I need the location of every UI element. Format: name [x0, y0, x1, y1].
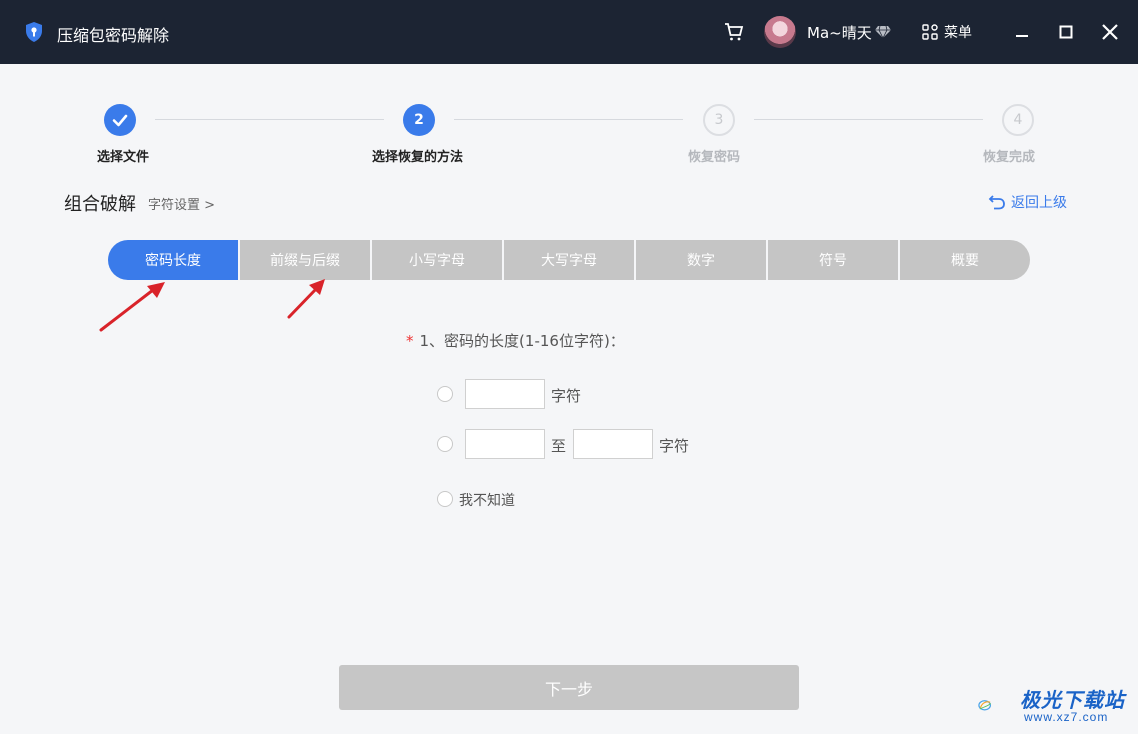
- maximize-button[interactable]: [1054, 20, 1078, 44]
- undo-arrow-icon: [988, 195, 1005, 210]
- close-button[interactable]: [1098, 20, 1122, 44]
- step-4-circle: 4: [1002, 104, 1034, 136]
- diamond-vip-icon: [875, 25, 891, 39]
- menu-button[interactable]: 菜单: [922, 20, 972, 44]
- app-title: 压缩包密码解除: [57, 26, 170, 45]
- watermark-url: www.xz7.com: [1024, 710, 1109, 724]
- annotation-arrow: [287, 279, 325, 319]
- range-length-radio[interactable]: [437, 436, 453, 452]
- back-label: 返回上级: [1011, 195, 1067, 211]
- close-icon: [1102, 24, 1118, 40]
- title-bar: 压缩包密码解除 Ma~晴天 菜单: [0, 0, 1138, 64]
- maximize-icon: [1059, 25, 1073, 39]
- fixed-length-radio[interactable]: [437, 386, 453, 402]
- step-3-label: 恢复密码: [688, 150, 741, 165]
- site-watermark-logo: [978, 700, 992, 711]
- required-mark: *: [406, 332, 414, 350]
- unknown-length-radio[interactable]: [437, 491, 453, 507]
- tab-lowercase[interactable]: 小写字母: [372, 240, 502, 280]
- tab-symbols[interactable]: 符号: [768, 240, 898, 280]
- cart-icon[interactable]: [723, 21, 745, 43]
- fixed-length-input[interactable]: [465, 379, 545, 409]
- tab-summary[interactable]: 概要: [900, 240, 1030, 280]
- step-connector: [754, 119, 983, 120]
- next-step-button[interactable]: 下一步: [339, 665, 799, 710]
- range-to-input[interactable]: [573, 429, 653, 459]
- step-1-label: 选择文件: [97, 150, 150, 165]
- question-text: 1、密码的长度(1-16位字符)：: [419, 332, 625, 350]
- annotation-arrow: [99, 282, 165, 332]
- checkmark-icon: [112, 114, 128, 127]
- grid-menu-icon: [922, 24, 938, 40]
- username[interactable]: Ma~晴天: [807, 22, 872, 43]
- step-1-circle: [104, 104, 136, 136]
- step-2-label: 选择恢复的方法: [372, 150, 464, 165]
- avatar[interactable]: [764, 16, 796, 48]
- tab-digits[interactable]: 数字: [636, 240, 766, 280]
- section-title: 组合破解: [64, 194, 136, 215]
- breadcrumb: 字符设置 >: [148, 198, 216, 213]
- minimize-button[interactable]: [1010, 20, 1034, 44]
- minimize-icon: [1016, 35, 1028, 37]
- watermark-site-name: 极光下载站: [1020, 688, 1125, 712]
- range-to-label: 至: [551, 437, 567, 455]
- range-unit: 字符: [659, 437, 690, 455]
- range-from-input[interactable]: [465, 429, 545, 459]
- tab-bar: 密码长度 前缀与后缀 小写字母 大写字母 数字 符号 概要: [108, 240, 1030, 280]
- step-4-label: 恢复完成: [983, 150, 1036, 165]
- fixed-length-unit: 字符: [551, 387, 582, 405]
- tab-password-length[interactable]: 密码长度: [108, 240, 238, 280]
- back-button[interactable]: 返回上级: [988, 192, 1067, 212]
- shield-lock-icon: [26, 22, 42, 42]
- step-2-circle: 2: [403, 104, 435, 136]
- tab-prefix-suffix[interactable]: 前缀与后缀: [240, 240, 370, 280]
- tab-uppercase[interactable]: 大写字母: [504, 240, 634, 280]
- step-connector: [454, 119, 683, 120]
- menu-label: 菜单: [944, 25, 972, 41]
- unknown-length-label[interactable]: 我不知道: [459, 490, 515, 510]
- step-connector: [155, 119, 384, 120]
- step-3-circle: 3: [703, 104, 735, 136]
- password-length-question: * 1、密码的长度(1-16位字符)：: [406, 330, 625, 351]
